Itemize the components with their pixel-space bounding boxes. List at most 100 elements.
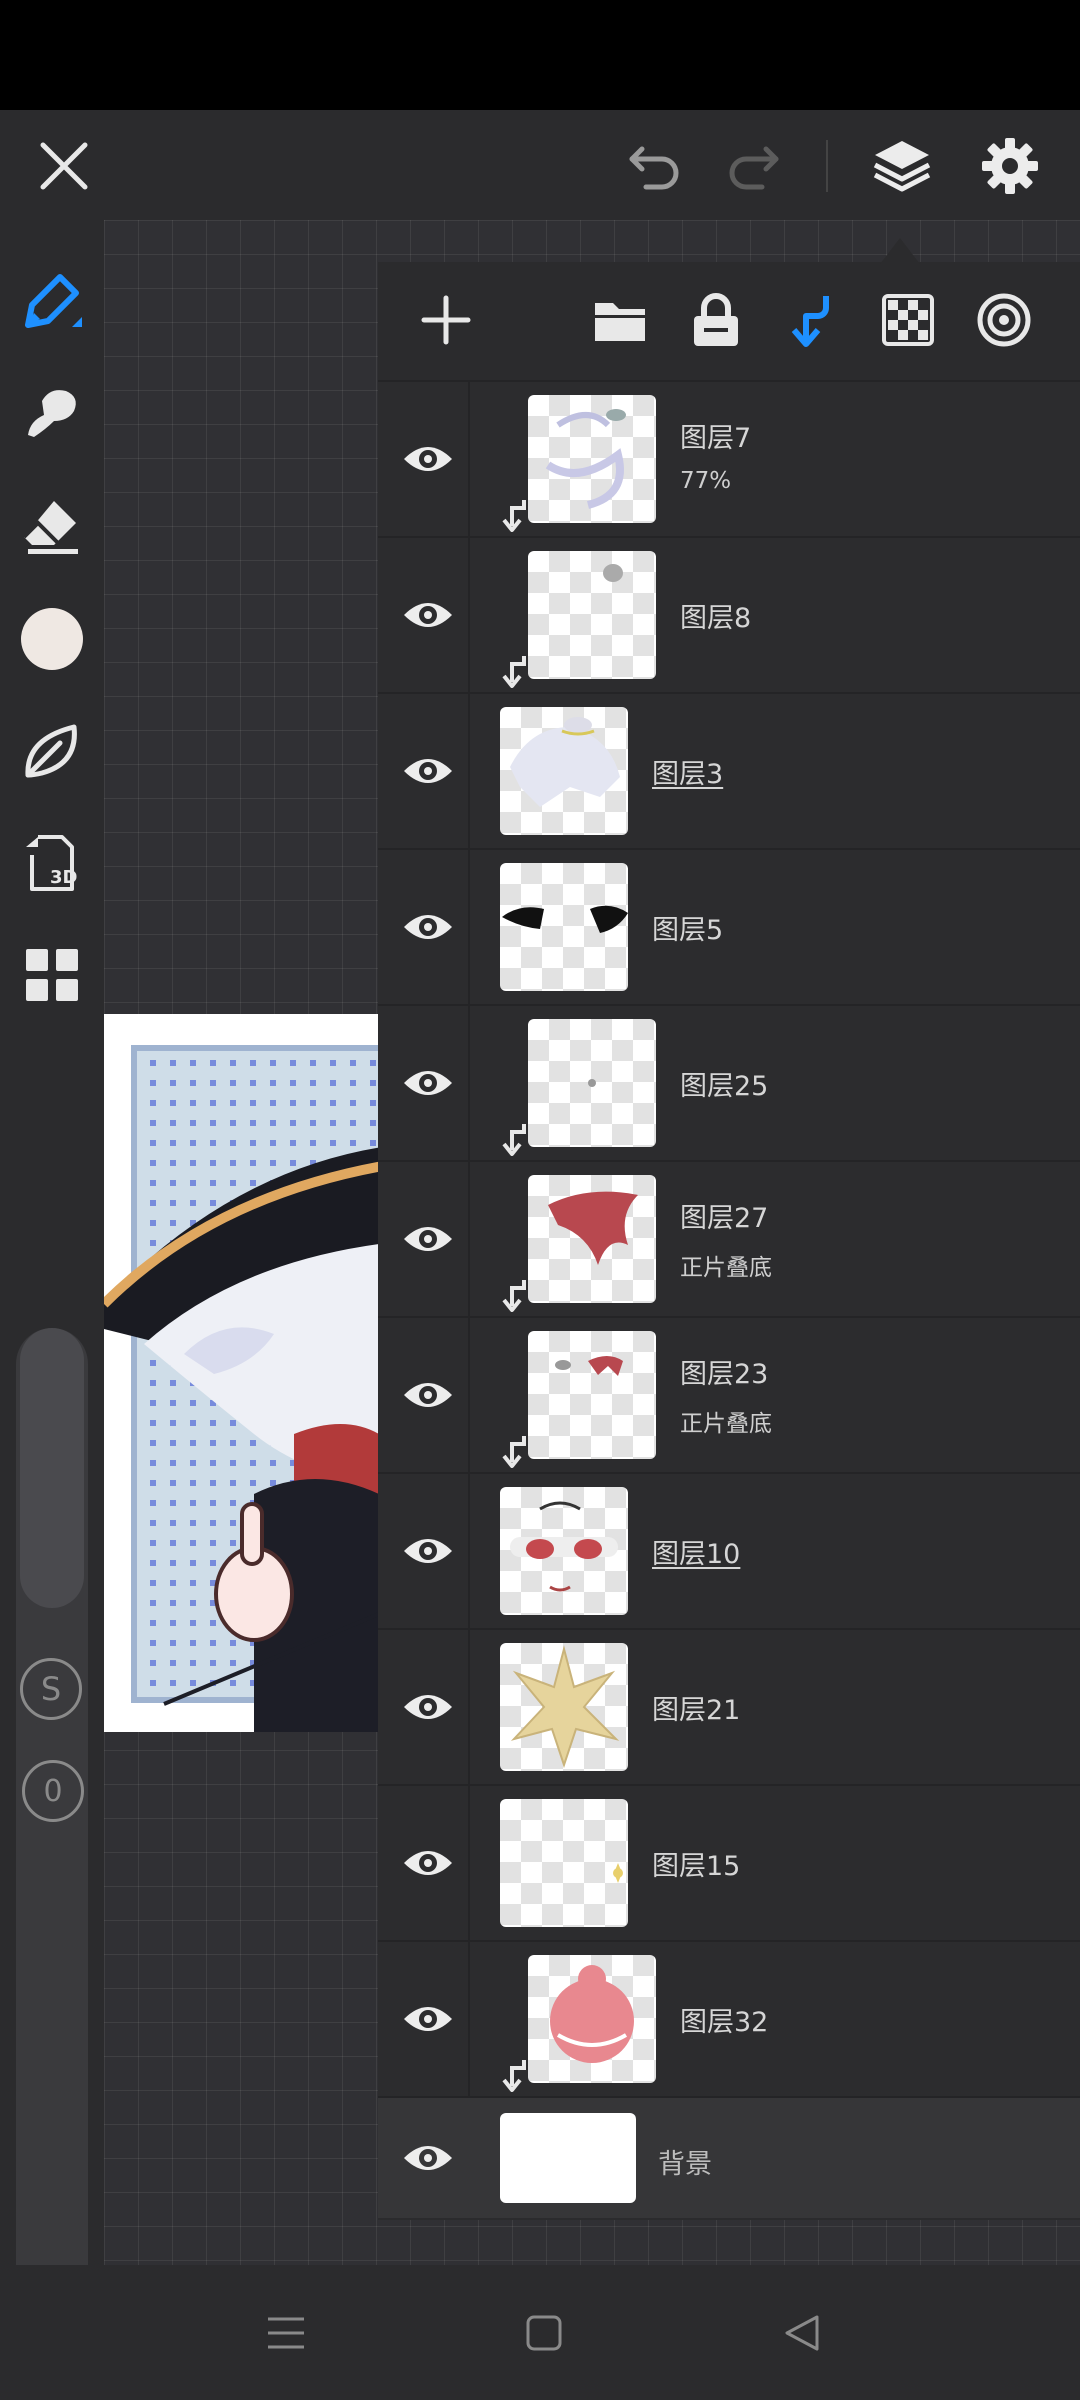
redo-icon[interactable] (714, 128, 790, 204)
lock-icon[interactable] (680, 284, 752, 356)
panel-pointer (880, 238, 920, 264)
eraser-icon[interactable] (14, 487, 90, 563)
layer-row[interactable]: 图层8 (378, 538, 1080, 694)
layer-thumbnail[interactable] (528, 395, 656, 523)
transparency-icon[interactable] (872, 284, 944, 356)
close-icon[interactable] (26, 128, 102, 204)
row-divider (468, 694, 470, 848)
layer-name: 图层3 (652, 759, 724, 790)
layer-name: 背景 (658, 2149, 712, 2180)
menu-icon[interactable] (258, 2305, 314, 2361)
layer-row[interactable]: 图层15 (378, 1786, 1080, 1942)
layer-thumbnail[interactable] (500, 1643, 628, 1771)
row-divider (468, 1630, 470, 1784)
size-slider-fill (20, 1328, 84, 1608)
layer-row[interactable]: 图层3 (378, 694, 1080, 850)
system-nav-bar (0, 2265, 1080, 2400)
size-label: S (40, 1670, 62, 1708)
row-divider (468, 850, 470, 1004)
layer-name: 图层32 (680, 2007, 769, 2038)
pen-icon[interactable] (14, 263, 90, 339)
layer-thumbnail[interactable] (528, 551, 656, 679)
row-divider (468, 1006, 470, 1160)
clip-arrow-icon (500, 498, 528, 532)
row-divider (468, 538, 470, 692)
clip-icon[interactable] (776, 284, 848, 356)
layer-thumbnail[interactable] (500, 863, 628, 991)
layer-name: 图层21 (652, 1695, 741, 1726)
clip-arrow-icon (500, 1434, 528, 1468)
gear-icon[interactable] (972, 128, 1048, 204)
layer-row[interactable]: 图层32 (378, 1942, 1080, 2098)
row-divider (468, 1786, 470, 1940)
smudge-icon[interactable] (14, 375, 90, 451)
layer-row[interactable]: 图层5 (378, 850, 1080, 1006)
grid-icon[interactable] (14, 937, 90, 1013)
top-bar (0, 110, 1080, 220)
eye-icon[interactable] (396, 2126, 460, 2190)
row-divider (468, 1942, 470, 2096)
row-divider (468, 382, 470, 536)
layer-sublabel: 77% (680, 468, 732, 494)
layers-panel: 图层7 77% 图层8 图层3 图层5 图层25 图层27 正片叠底 图层23 正片叠底 图层10 图… (378, 238, 1080, 2220)
layer-row[interactable]: 图层23 正片叠底 (378, 1318, 1080, 1474)
3d-icon[interactable]: 3D (14, 825, 90, 901)
leaf-icon[interactable] (14, 713, 90, 789)
3d-label: 3D (50, 867, 77, 888)
eye-icon[interactable] (396, 427, 460, 491)
layer-sublabel: 正片叠底 (680, 1411, 772, 1437)
layer-name: 图层25 (680, 1071, 769, 1102)
layer-thumbnail[interactable] (500, 1487, 628, 1615)
opacity-label: 0 (43, 1773, 63, 1809)
layer-row[interactable]: 图层10 (378, 1474, 1080, 1630)
eye-icon[interactable] (396, 1831, 460, 1895)
layer-row[interactable]: 图层25 (378, 1006, 1080, 1162)
layer-name: 图层15 (652, 1851, 741, 1882)
clip-arrow-icon (500, 654, 528, 688)
color-swatch[interactable] (14, 601, 90, 677)
eye-icon[interactable] (396, 1051, 460, 1115)
eye-icon[interactable] (396, 739, 460, 803)
layer-thumbnail[interactable] (528, 1331, 656, 1459)
eye-icon[interactable] (396, 1987, 460, 2051)
layer-thumbnail[interactable] (500, 2113, 636, 2203)
background-layer-row[interactable]: 背景 (378, 2098, 1080, 2218)
layer-name: 图层23 (680, 1359, 769, 1390)
add-layer-icon[interactable] (410, 284, 482, 356)
target-icon[interactable] (968, 284, 1040, 356)
row-divider (468, 1318, 470, 1472)
eye-icon[interactable] (396, 1363, 460, 1427)
row-divider (468, 1474, 470, 1628)
back-icon[interactable] (774, 2305, 830, 2361)
layer-name: 图层27 (680, 1203, 769, 1234)
eye-icon[interactable] (396, 895, 460, 959)
layer-thumbnail[interactable] (500, 1799, 628, 1927)
layer-thumbnail[interactable] (528, 1955, 656, 2083)
eye-icon[interactable] (396, 1519, 460, 1583)
layer-thumbnail[interactable] (528, 1019, 656, 1147)
status-bar (0, 0, 1080, 110)
row-divider (468, 1162, 470, 1316)
opacity-slider[interactable]: 0 (16, 1720, 88, 2348)
undo-icon[interactable] (618, 128, 694, 204)
divider (826, 140, 828, 192)
layer-sublabel: 正片叠底 (680, 1255, 772, 1281)
size-indicator: S (20, 1658, 82, 1720)
home-icon[interactable] (516, 2305, 572, 2361)
eye-icon[interactable] (396, 1207, 460, 1271)
eye-icon[interactable] (396, 1675, 460, 1739)
artwork-canvas[interactable] (104, 1014, 379, 1732)
clip-arrow-icon (500, 1122, 528, 1156)
layer-row[interactable]: 图层7 77% (378, 382, 1080, 538)
layer-name: 图层7 (680, 423, 752, 454)
layer-row[interactable]: 图层21 (378, 1630, 1080, 1786)
layer-thumbnail[interactable] (500, 707, 628, 835)
layers-toolbar (378, 262, 1080, 382)
eye-icon[interactable] (396, 583, 460, 647)
folder-icon[interactable] (584, 284, 656, 356)
layer-thumbnail[interactable] (528, 1175, 656, 1303)
opacity-indicator: 0 (22, 1760, 84, 1822)
layer-row[interactable]: 图层27 正片叠底 (378, 1162, 1080, 1318)
layers-icon[interactable] (864, 128, 940, 204)
clip-arrow-icon (500, 1278, 528, 1312)
